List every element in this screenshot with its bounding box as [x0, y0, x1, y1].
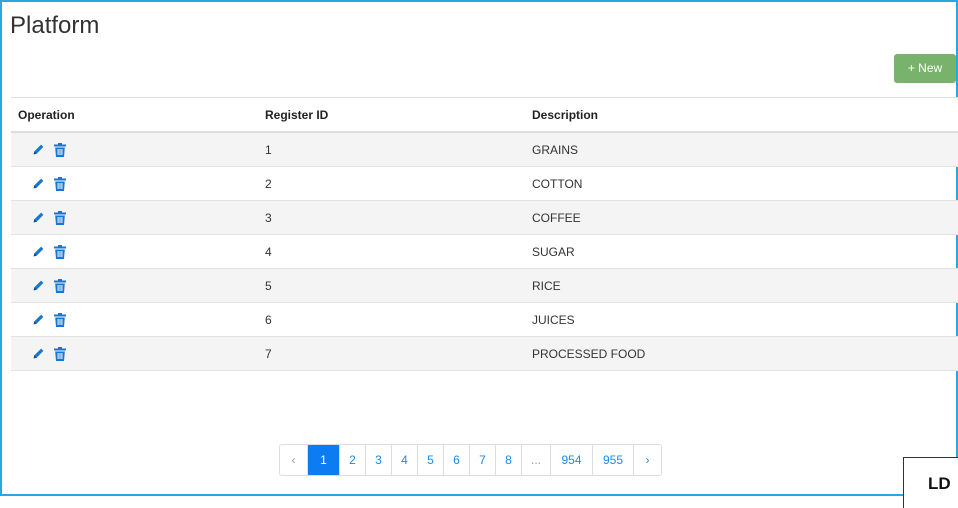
pencil-icon[interactable] [32, 279, 45, 292]
operation-cell [11, 200, 258, 235]
register-id-cell: 3 [258, 200, 525, 235]
pagination-page-6[interactable]: 6 [444, 445, 470, 475]
pagination-next-button[interactable]: › [634, 445, 661, 475]
table-row: 6 JUICES [11, 302, 958, 337]
register-id-cell: 4 [258, 234, 525, 269]
pagination-page-1[interactable]: 1 [308, 445, 340, 475]
operation-cell [11, 166, 258, 201]
table-header-row: Operation Register ID Description [11, 97, 958, 133]
trash-icon[interactable] [54, 346, 66, 361]
table-row: 3 COFFEE [11, 200, 958, 235]
pagination-ellipsis: ... [522, 445, 551, 475]
pencil-icon[interactable] [32, 211, 45, 224]
pagination-page-3[interactable]: 3 [366, 445, 392, 475]
pagination-page-954[interactable]: 954 [551, 445, 593, 475]
table-body: 1 GRAINS 2 COTTON 3 COFFEE 4 SUGAR 5 RICE 6 JUICES 7… [11, 132, 958, 371]
pagination-page-2[interactable]: 2 [340, 445, 366, 475]
pagination-page-5[interactable]: 5 [418, 445, 444, 475]
operation-cell [11, 302, 258, 337]
trash-icon[interactable] [54, 176, 66, 191]
column-header-description[interactable]: Description [525, 97, 958, 133]
trash-icon[interactable] [54, 278, 66, 293]
description-cell: RICE [525, 268, 958, 303]
register-id-cell: 7 [258, 336, 525, 371]
register-id-cell: 1 [258, 132, 525, 167]
description-cell: COFFEE [525, 200, 958, 235]
pagination-page-955[interactable]: 955 [593, 445, 634, 475]
table-row: 4 SUGAR [11, 234, 958, 269]
data-table: Operation Register ID Description 1 GRAIN… [11, 97, 958, 371]
trash-icon[interactable] [54, 312, 66, 327]
corner-label: LD [928, 474, 951, 493]
pencil-icon[interactable] [32, 177, 45, 190]
register-id-cell: 5 [258, 268, 525, 303]
pagination-page-7[interactable]: 7 [470, 445, 496, 475]
description-cell: PROCESSED FOOD [525, 336, 958, 371]
pagination-page-8[interactable]: 8 [496, 445, 522, 475]
operation-cell [11, 132, 258, 167]
pagination-prev-button[interactable]: ‹ [280, 445, 308, 475]
register-id-cell: 6 [258, 302, 525, 337]
description-cell: COTTON [525, 166, 958, 201]
pencil-icon[interactable] [32, 313, 45, 326]
trash-icon[interactable] [54, 142, 66, 157]
table-row: 5 RICE [11, 268, 958, 303]
operation-cell [11, 234, 258, 269]
column-header-register-id[interactable]: Register ID [258, 97, 525, 133]
trash-icon[interactable] [54, 244, 66, 259]
pencil-icon[interactable] [32, 143, 45, 156]
register-id-cell: 2 [258, 166, 525, 201]
table-row: 1 GRAINS [11, 132, 958, 167]
column-header-operation[interactable]: Operation [11, 97, 258, 133]
pencil-icon[interactable] [32, 347, 45, 360]
operation-cell [11, 268, 258, 303]
trash-icon[interactable] [54, 210, 66, 225]
description-cell: SUGAR [525, 234, 958, 269]
pagination: ‹ 1 2 3 4 5 6 7 8... 954 955 › [279, 444, 662, 476]
new-button[interactable]: + New [894, 54, 956, 83]
description-cell: JUICES [525, 302, 958, 337]
table-row: 2 COTTON [11, 166, 958, 201]
pagination-page-4[interactable]: 4 [392, 445, 418, 475]
table-row: 7 PROCESSED FOOD [11, 336, 958, 371]
operation-cell [11, 336, 258, 371]
page-title: Platform [10, 12, 100, 39]
description-cell: GRAINS [525, 132, 958, 167]
pencil-icon[interactable] [32, 245, 45, 258]
